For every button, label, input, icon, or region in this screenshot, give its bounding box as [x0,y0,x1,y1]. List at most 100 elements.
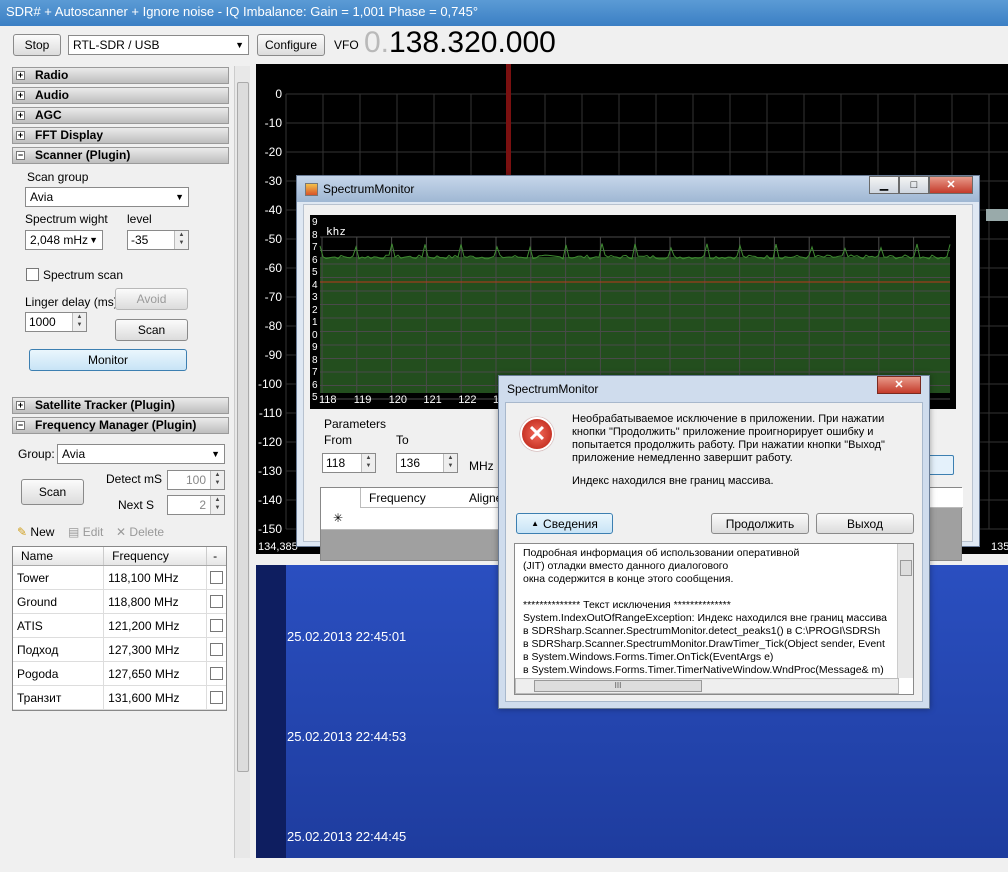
row-checkbox[interactable] [210,643,224,656]
spectrum-y-label: -70 [264,290,282,304]
row-frequency: 121,200 MHz [104,614,208,637]
monitor-y-digit: 0 [312,329,318,341]
left-panel-scroll-thumb[interactable] [237,82,249,772]
vfo-digits: 138.320.000 [389,26,556,59]
panel-satellite-tracker[interactable]: + Satellite Tracker (Plugin) [12,397,229,414]
spectrum-y-label: -90 [264,348,282,362]
chevron-down-icon: ▼ [175,192,184,202]
avoid-button[interactable]: Avoid [115,288,188,310]
stop-button[interactable]: Stop [13,34,61,56]
window-controls: ▁ □ ✕ [869,176,973,194]
details-button[interactable]: ▲ Сведения [516,513,613,534]
monitor-y-digit: 3 [312,292,318,303]
panel-fft-display[interactable]: + FFT Display [12,127,229,144]
spectrum-width-label: Spectrum wight [25,212,108,226]
device-value: RTL-SDR / USB [73,38,160,52]
spectrum-scan-checkbox[interactable] [26,268,39,281]
details-vscrollbar[interactable] [897,544,913,678]
exit-button[interactable]: Выход [816,513,914,534]
detect-stepper[interactable]: 100 ▲ ▼ [167,470,225,490]
table-row[interactable]: Pogoda 127,650 MHz [13,662,226,686]
level-stepper[interactable]: -35 ▲ ▼ [127,230,189,250]
chevron-down-icon: ▼ [89,235,98,245]
frequency-list-header: Name Frequency - [13,547,226,566]
details-hscroll-thumb[interactable]: III [534,680,702,692]
stepper-arrows-icon[interactable]: ▲ ▼ [210,496,224,514]
row-checkbox[interactable] [210,691,224,704]
waterfall-timestamp: 25.02.2013 22:45:01 [287,629,407,644]
row-checkbox-cell [207,686,226,709]
close-icon[interactable]: ✕ [877,376,921,394]
maximize-icon[interactable]: □ [899,176,929,194]
table-row[interactable]: Tower 118,100 MHz [13,566,226,590]
monitor-x-label: 122 [458,394,477,406]
new-icon: ✎ [17,525,28,539]
plus-icon: + [16,70,25,80]
details-textbox[interactable]: Подробная информация об использовании оп… [514,543,914,695]
monitor-grid-new-row[interactable] [321,508,501,530]
waterfall-timestamp: 25.02.2013 22:44:53 [287,729,407,744]
panel-freqmgr-label: Frequency Manager (Plugin) [35,418,197,432]
col-name-header[interactable]: Name [13,547,105,565]
left-panel-scrollbar[interactable] [234,66,250,858]
vfo-display[interactable]: 0.138.320.000 [364,26,556,60]
vfo-dim-digits: 0. [364,26,390,59]
configure-button[interactable]: Configure [257,34,325,56]
stepper-arrows-icon[interactable]: ▲ ▼ [72,313,86,331]
to-stepper[interactable]: 136 ▲ ▼ [396,453,458,473]
error-dialog-title: SpectrumMonitor [507,382,599,396]
panel-frequency-manager[interactable]: − Frequency Manager (Plugin) [12,417,229,434]
scan-group-select[interactable]: Avia ▼ [25,187,189,207]
monitor-action-button[interactable] [926,455,954,475]
row-frequency: 127,650 MHz [104,662,208,685]
stepper-arrows-icon[interactable]: ▲ ▼ [210,471,224,489]
details-hscrollbar[interactable]: III [515,678,899,694]
details-vscroll-thumb[interactable] [900,560,912,576]
group-value: Avia [62,447,86,461]
group-select[interactable]: Avia ▼ [57,444,225,464]
linger-delay-stepper[interactable]: 1000 ▲ ▼ [25,312,87,332]
row-name: Pogoda [13,662,105,685]
col-extra-header[interactable]: - [207,547,226,565]
table-row[interactable]: Ground 118,800 MHz [13,590,226,614]
plus-icon: + [16,110,25,120]
new-entry-button[interactable]: ✎ New [17,525,54,539]
detect-value: 100 [185,473,206,487]
stepper-arrows-icon[interactable]: ▲ ▼ [443,454,457,472]
col-frequency-header[interactable]: Frequency [104,547,208,565]
monitor-y-digit: 4 [312,279,318,291]
from-stepper[interactable]: 118 ▲ ▼ [322,453,376,473]
continue-button[interactable]: Продолжить [711,513,809,534]
spectrum-width-select[interactable]: 2,048 mHz ▼ [25,230,103,250]
row-name: ATIS [13,614,105,637]
scan-button[interactable]: Scan [115,319,188,341]
table-row[interactable]: Транзит 131,600 MHz [13,686,226,710]
next-stepper[interactable]: 2 ▲ ▼ [167,495,225,515]
freqmgr-scan-button[interactable]: Scan [21,479,84,505]
spectrum-scan-label: Spectrum scan [43,268,124,282]
table-row[interactable]: ATIS 121,200 MHz [13,614,226,638]
col-frequency-header[interactable]: Frequency [369,491,426,505]
stepper-arrows-icon[interactable]: ▲ ▼ [361,454,375,472]
stepper-arrows-icon[interactable]: ▲ ▼ [174,231,188,249]
row-checkbox[interactable] [210,667,224,680]
spectrum-right-freq: 135 [991,541,1008,553]
table-row[interactable]: Подход 127,300 MHz [13,638,226,662]
error-index-message: Индекс находился вне границ массива. [572,475,774,487]
delete-entry-button[interactable]: ✕ Delete [116,525,164,539]
new-row-marker: ✳ [333,511,344,525]
device-select[interactable]: RTL-SDR / USB ▼ [68,35,249,55]
panel-scanner[interactable]: − Scanner (Plugin) [12,147,229,164]
monitor-button[interactable]: Monitor [29,349,187,371]
close-icon[interactable]: ✕ [929,176,973,194]
row-checkbox[interactable] [210,619,224,632]
row-checkbox[interactable] [210,571,224,584]
plus-icon: + [16,90,25,100]
panel-scanner-label: Scanner (Plugin) [35,148,131,162]
panel-audio[interactable]: + Audio [12,87,229,104]
row-checkbox[interactable] [210,595,224,608]
panel-radio[interactable]: + Radio [12,67,229,84]
minimize-icon[interactable]: ▁ [869,176,899,194]
edit-entry-button[interactable]: ▤ Edit [68,525,103,539]
panel-agc[interactable]: + AGC [12,107,229,124]
